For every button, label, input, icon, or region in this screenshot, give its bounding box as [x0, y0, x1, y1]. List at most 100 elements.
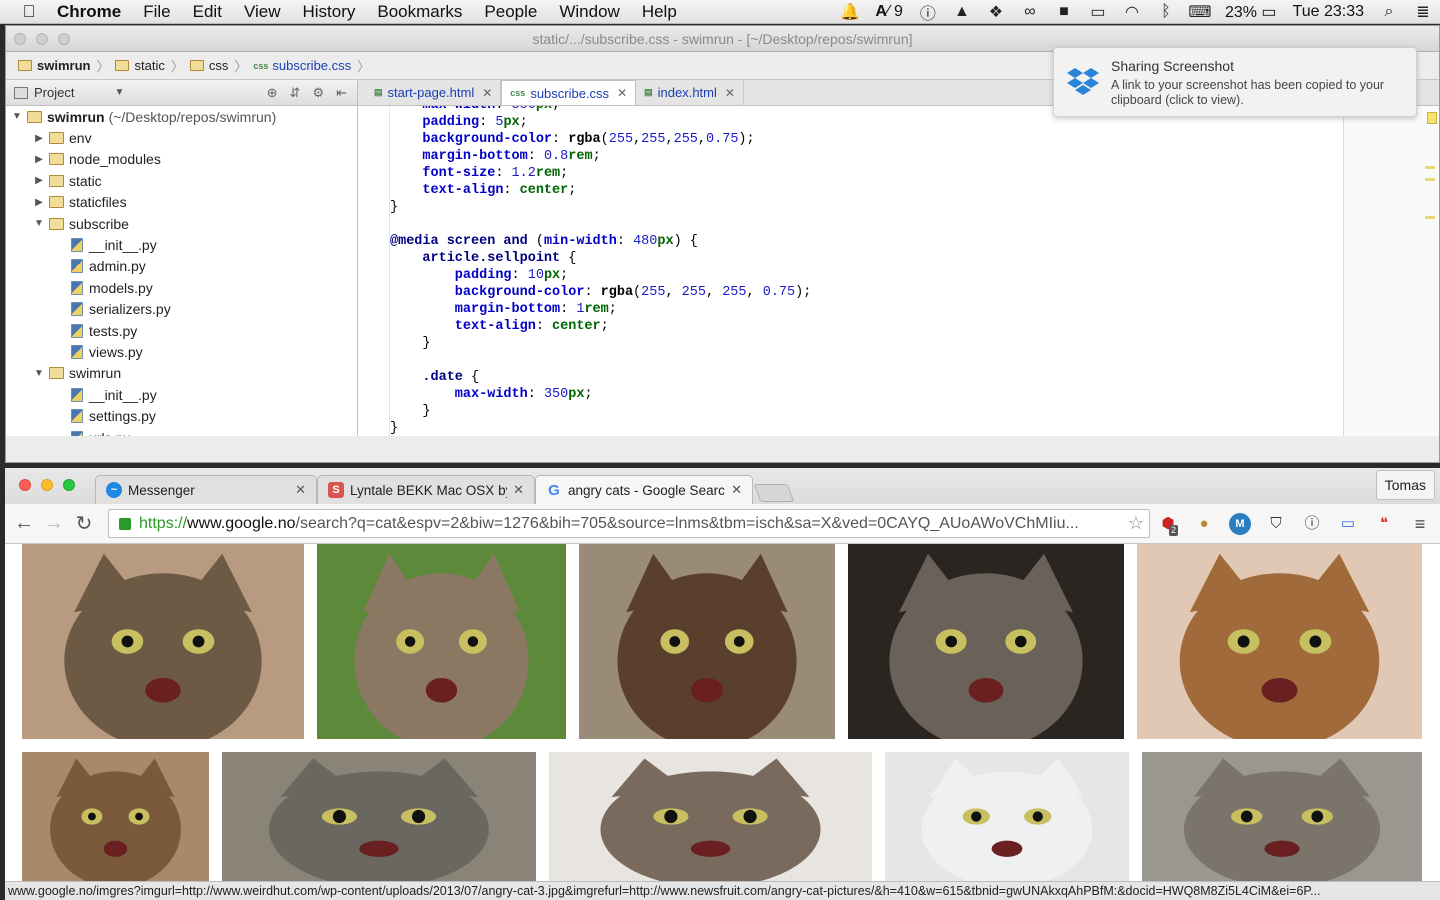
tree-file-item[interactable]: models.py	[6, 277, 357, 298]
browser-tab[interactable]: S Lyntale BEKK Mac OSX by ✕	[317, 475, 535, 504]
info-icon[interactable]: ⓘ	[911, 0, 945, 24]
tree-folder-item[interactable]: ▶ static	[6, 170, 357, 191]
cat-image-7[interactable]	[222, 752, 536, 881]
chevron-down-icon[interactable]: ▼	[32, 218, 46, 229]
menu-item[interactable]: File	[132, 2, 181, 22]
breadcrumb-static[interactable]: static	[111, 58, 168, 73]
tree-file-item[interactable]: __init__.py	[6, 384, 357, 405]
clock[interactable]: Tue 23:33	[1285, 3, 1372, 21]
bluetooth-icon[interactable]: ᛒ	[1149, 3, 1183, 21]
tree-folder-item[interactable]: ▶ staticfiles	[6, 192, 357, 213]
gear-icon[interactable]: ⚙	[312, 85, 324, 101]
close-tab-icon[interactable]: ✕	[295, 482, 306, 498]
tree-file-item[interactable]: urls.py	[6, 427, 357, 436]
keyboard-icon[interactable]: ⌨	[1183, 2, 1217, 22]
chevron-down-icon[interactable]: ▼	[10, 111, 24, 122]
reload-icon[interactable]: ↻	[69, 511, 99, 536]
cookie-icon[interactable]: ●	[1193, 513, 1215, 535]
menu-item[interactable]: History	[291, 2, 366, 22]
airplay-icon[interactable]: ▭	[1081, 2, 1115, 22]
m-icon[interactable]: M	[1229, 513, 1251, 535]
close-tab-icon[interactable]: ✕	[617, 86, 627, 100]
sharing-notification[interactable]: Sharing Screenshot A link to your screen…	[1053, 47, 1417, 117]
chevron-right-icon[interactable]: ▶	[32, 133, 46, 144]
tree-file-item[interactable]: settings.py	[6, 405, 357, 426]
cat-image-6[interactable]	[22, 752, 209, 881]
pocket-icon[interactable]: ⛉	[1265, 513, 1287, 535]
cat-image-8[interactable]	[549, 752, 872, 881]
stripe-mark[interactable]	[1425, 166, 1435, 169]
tree-folder-item[interactable]: ▼ swimrun	[6, 363, 357, 384]
dropbox-icon[interactable]: ❖	[979, 2, 1013, 22]
breadcrumb-file[interactable]: css subscribe.css	[249, 58, 355, 73]
tree-folder-item[interactable]: ▼ subscribe	[6, 213, 357, 234]
breadcrumb-css[interactable]: css	[186, 58, 233, 73]
stripe-mark[interactable]	[1425, 216, 1435, 219]
browser-tab[interactable]: Gangry cats - Google Search ✕	[535, 475, 753, 504]
cat-image-5[interactable]	[1137, 544, 1422, 739]
cat-image-10[interactable]	[1142, 752, 1422, 881]
chevron-down-icon[interactable]: ▼	[114, 87, 124, 98]
chevron-right-icon[interactable]: ▶	[32, 154, 46, 165]
adobe-counter[interactable]: A∕ 9	[867, 3, 911, 21]
code-area[interactable]: max-width: 350px; padding: 5px; backgrou…	[358, 106, 1343, 436]
back-icon[interactable]: ←	[9, 512, 39, 535]
editor-tab[interactable]: ▤ index.html ✕	[636, 80, 744, 105]
project-label[interactable]: Project	[34, 85, 74, 100]
notification-center-icon[interactable]: ≣	[1406, 2, 1440, 22]
ublock-icon[interactable]: ⬢ 2	[1157, 513, 1179, 536]
glasses-icon[interactable]: ∞	[1013, 3, 1047, 21]
tree-file-item[interactable]: admin.py	[6, 256, 357, 277]
target-icon[interactable]: ⊕	[267, 85, 278, 101]
chevron-down-icon[interactable]: ▼	[32, 368, 46, 379]
chevron-right-icon[interactable]: ▶	[32, 197, 46, 208]
quote-icon[interactable]: ❝	[1373, 513, 1395, 535]
spotlight-icon[interactable]: ⌕	[1372, 3, 1406, 21]
menu-icon[interactable]: ≡	[1409, 513, 1431, 535]
menu-item[interactable]: Edit	[182, 2, 233, 22]
bell-icon[interactable]: 🔔	[833, 2, 867, 22]
new-tab-button[interactable]	[753, 484, 795, 502]
close-tab-icon[interactable]: ✕	[731, 482, 742, 498]
drive-icon[interactable]: ▲	[945, 3, 979, 21]
menu-app-name[interactable]: Chrome	[46, 2, 132, 22]
chevron-right-icon[interactable]: ▶	[32, 175, 46, 186]
menu-item[interactable]: Window	[548, 2, 630, 22]
close-window-button[interactable]	[19, 479, 31, 491]
stripe-mark[interactable]	[1425, 178, 1435, 181]
editor-tab[interactable]: css subscribe.css ✕	[501, 80, 637, 105]
tree-file-item[interactable]: tests.py	[6, 320, 357, 341]
folder-icon[interactable]: ■	[1047, 3, 1081, 21]
hide-panel-icon[interactable]: ⇤	[336, 85, 347, 101]
apple-icon[interactable]: 	[12, 2, 46, 22]
zoom-window-button[interactable]	[63, 479, 75, 491]
warning-indicator-icon[interactable]	[1427, 112, 1437, 124]
editor-tab[interactable]: ▤ start-page.html ✕	[366, 80, 502, 105]
menu-item[interactable]: Bookmarks	[366, 2, 473, 22]
menu-item[interactable]: Help	[631, 2, 688, 22]
breadcrumb-root[interactable]: swimrun	[14, 58, 94, 73]
address-bar[interactable]: https://www.google.no/search?q=cat&espv=…	[108, 509, 1150, 538]
cat-image-2[interactable]	[317, 544, 566, 739]
cast-icon[interactable]: ▭	[1337, 513, 1359, 535]
forward-icon[interactable]: →	[39, 512, 69, 535]
wifi-icon[interactable]: ◠	[1115, 2, 1149, 22]
minimize-window-button[interactable]	[41, 479, 53, 491]
info-icon[interactable]: ⓘ	[1301, 513, 1323, 535]
menu-item[interactable]: View	[233, 2, 292, 22]
cat-image-3[interactable]	[579, 544, 835, 739]
profile-button[interactable]: Tomas	[1375, 470, 1435, 500]
menu-item[interactable]: People	[473, 2, 548, 22]
collapse-icon[interactable]: ⇵	[290, 85, 301, 101]
close-tab-icon[interactable]: ✕	[513, 482, 524, 498]
cat-image-4[interactable]	[848, 544, 1124, 739]
close-tab-icon[interactable]: ✕	[482, 86, 492, 100]
battery-indicator[interactable]: 23% ▭	[1217, 2, 1285, 22]
bookmark-star-icon[interactable]: ☆	[1123, 513, 1149, 534]
close-tab-icon[interactable]: ✕	[725, 86, 735, 100]
tree-file-item[interactable]: views.py	[6, 341, 357, 362]
cat-image-1[interactable]	[22, 544, 304, 739]
tree-folder-item[interactable]: ▶ node_modules	[6, 149, 357, 170]
tree-file-item[interactable]: __init__.py	[6, 234, 357, 255]
cat-image-9[interactable]	[885, 752, 1129, 881]
